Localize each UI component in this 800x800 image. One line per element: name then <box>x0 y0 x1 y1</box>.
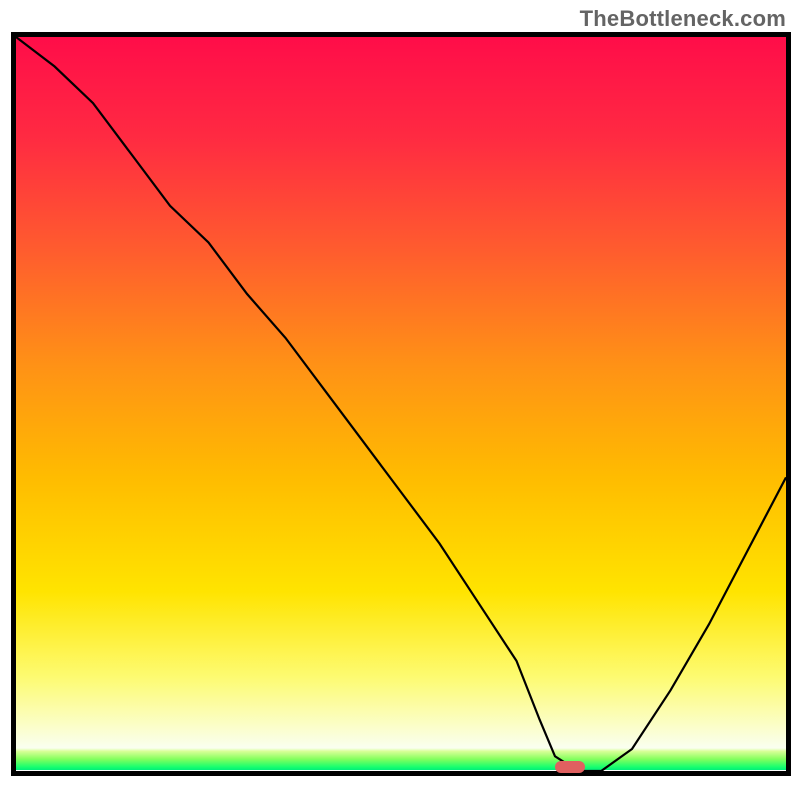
axis-bottom <box>11 771 791 776</box>
optimal-marker <box>555 761 585 773</box>
axis-left <box>11 32 16 776</box>
axis-top <box>11 32 791 37</box>
watermark-label: TheBottleneck.com <box>580 6 786 32</box>
axis-right <box>786 32 791 776</box>
bottleneck-chart <box>0 0 800 800</box>
gradient-background <box>16 37 786 748</box>
